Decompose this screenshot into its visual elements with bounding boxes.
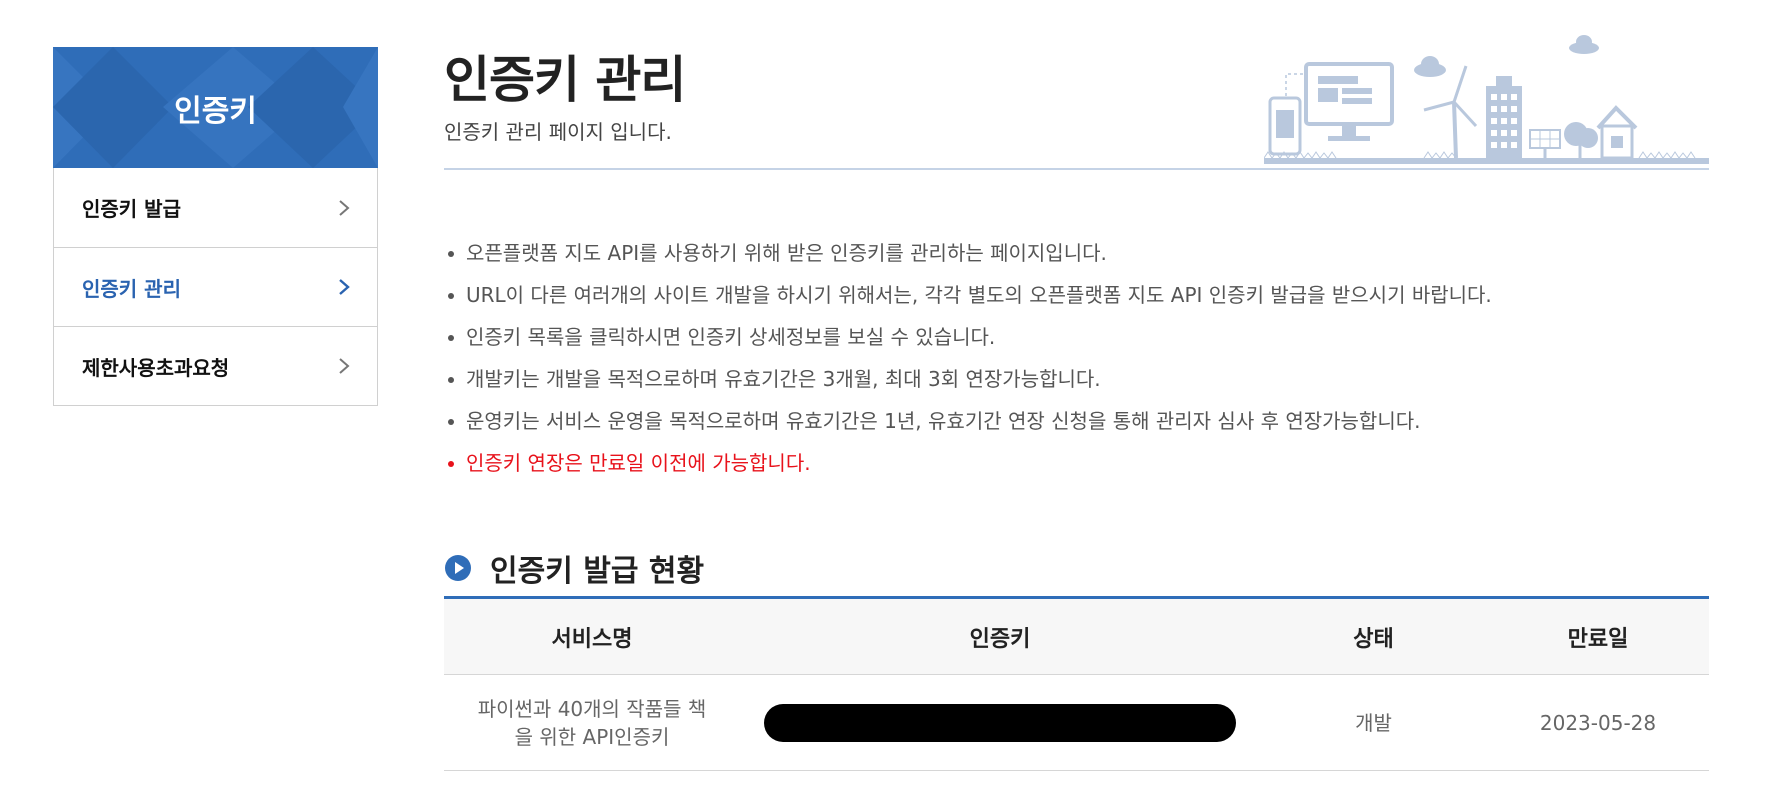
list-item: URL이 다른 여러개의 사이트 개발을 하시기 위해서는, 각각 별도의 오픈… xyxy=(444,274,1709,316)
list-item: 개발키는 개발을 목적으로하며 유효기간은 3개월, 최대 3회 연장가능합니다… xyxy=(444,358,1709,400)
table-header-row: 서비스명 인증키 상태 만료일 xyxy=(444,596,1709,675)
list-item: 오픈플랫폼 지도 API를 사용하기 위해 받은 인증키를 관리하는 페이지입니… xyxy=(444,232,1709,274)
page-title: 인증키 관리 xyxy=(444,51,686,109)
sidebar-item-manage-key[interactable]: 인증키 관리 xyxy=(54,247,377,326)
table-row[interactable]: 파이썬과 40개의 작품들 책 을 위한 API인증키 개발 2023-05-2… xyxy=(444,674,1709,771)
column-header-service: 서비스명 xyxy=(444,596,740,675)
key-status-table: 서비스명 인증키 상태 만료일 파이썬과 40개의 작품들 책 을 위한 API… xyxy=(444,596,1709,771)
chevron-right-icon xyxy=(335,199,353,217)
sidebar: 인증키 인증키 발급 인증키 관리 제한사용초과요청 xyxy=(53,47,378,406)
service-name-cell: 파이썬과 40개의 작품들 책 을 위한 API인증키 xyxy=(444,674,740,771)
service-name-line: 을 위한 API인증키 xyxy=(514,724,670,749)
circle-play-icon xyxy=(445,555,471,581)
column-header-status: 상태 xyxy=(1260,596,1487,675)
column-header-expiry: 만료일 xyxy=(1487,596,1709,675)
sidebar-item-label: 인증키 발급 xyxy=(82,197,181,221)
notice-list: 오픈플랫폼 지도 API를 사용하기 위해 받은 인증키를 관리하는 페이지입니… xyxy=(444,232,1709,484)
sidebar-item-limit-request[interactable]: 제한사용초과요청 xyxy=(54,326,377,405)
sidebar-menu: 인증키 발급 인증키 관리 제한사용초과요청 xyxy=(53,168,378,406)
sidebar-header: 인증키 xyxy=(53,47,378,168)
service-name-line: 파이썬과 40개의 작품들 책 xyxy=(477,696,707,721)
redacted-key-mask xyxy=(764,703,1236,742)
sidebar-item-label: 제한사용초과요청 xyxy=(82,355,230,380)
api-key-cell[interactable] xyxy=(740,674,1260,771)
city-illustration-icon xyxy=(1264,35,1709,164)
main-content: 인증키 관리 인증키 관리 페이지 입니다. 오픈플랫폼 지도 API를 사용하… xyxy=(444,0,1709,771)
page-header: 인증키 관리 인증키 관리 페이지 입니다. xyxy=(444,0,1709,170)
expiry-date-cell: 2023-05-28 xyxy=(1487,674,1709,771)
status-cell: 개발 xyxy=(1260,674,1487,771)
sidebar-item-label: 인증키 관리 xyxy=(82,276,181,301)
section-heading: 인증키 발급 현황 xyxy=(444,546,704,590)
sidebar-title: 인증키 xyxy=(174,93,257,129)
list-item: 운영키는 서비스 운영을 목적으로하며 유효기간은 1년, 유효기간 연장 신청… xyxy=(444,400,1709,442)
chevron-right-icon xyxy=(335,278,353,296)
section-title: 인증키 발급 현황 xyxy=(490,554,705,589)
warning-list-item: 인증키 연장은 만료일 이전에 가능합니다. xyxy=(444,442,1709,484)
chevron-right-icon xyxy=(335,357,353,375)
column-header-key: 인증키 xyxy=(740,596,1260,675)
sidebar-item-issue-key[interactable]: 인증키 발급 xyxy=(54,168,377,247)
page-subtitle: 인증키 관리 페이지 입니다. xyxy=(444,120,672,144)
list-item: 인증키 목록을 클릭하시면 인증키 상세정보를 보실 수 있습니다. xyxy=(444,316,1709,358)
